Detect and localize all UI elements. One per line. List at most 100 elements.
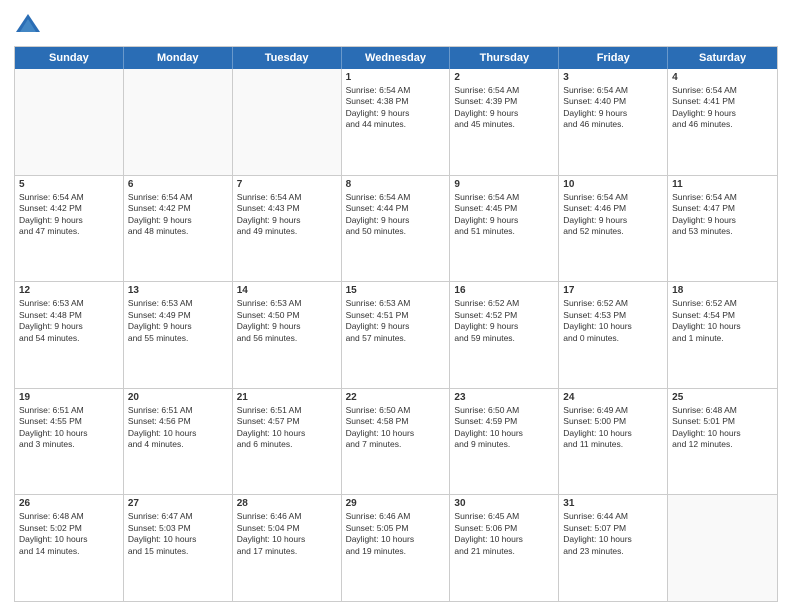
day-number: 21 <box>237 392 337 403</box>
calendar-cell-29: 29Sunrise: 6:46 AMSunset: 5:05 PMDayligh… <box>342 495 451 601</box>
cell-line: Sunset: 4:58 PM <box>346 416 446 427</box>
cell-line: Sunset: 5:04 PM <box>237 523 337 534</box>
cell-line: and 53 minutes. <box>672 226 773 237</box>
cell-line: Sunset: 4:55 PM <box>19 416 119 427</box>
calendar-cell-27: 27Sunrise: 6:47 AMSunset: 5:03 PMDayligh… <box>124 495 233 601</box>
cell-line: Sunset: 4:50 PM <box>237 310 337 321</box>
day-number: 2 <box>454 72 554 83</box>
calendar-cell-empty-0-1 <box>124 69 233 175</box>
day-number: 29 <box>346 498 446 509</box>
cell-line: and 6 minutes. <box>237 439 337 450</box>
cell-line: Sunrise: 6:48 AM <box>19 511 119 522</box>
calendar-cell-24: 24Sunrise: 6:49 AMSunset: 5:00 PMDayligh… <box>559 389 668 495</box>
cell-line: Sunrise: 6:51 AM <box>128 405 228 416</box>
calendar-cell-7: 7Sunrise: 6:54 AMSunset: 4:43 PMDaylight… <box>233 176 342 282</box>
cell-line: and 48 minutes. <box>128 226 228 237</box>
cell-line: and 3 minutes. <box>19 439 119 450</box>
calendar-cell-28: 28Sunrise: 6:46 AMSunset: 5:04 PMDayligh… <box>233 495 342 601</box>
day-number: 4 <box>672 72 773 83</box>
cell-line: Daylight: 9 hours <box>672 215 773 226</box>
cell-line: Sunrise: 6:54 AM <box>563 85 663 96</box>
day-number: 25 <box>672 392 773 403</box>
cell-line: Daylight: 9 hours <box>346 321 446 332</box>
calendar-cell-11: 11Sunrise: 6:54 AMSunset: 4:47 PMDayligh… <box>668 176 777 282</box>
cell-line: and 14 minutes. <box>19 546 119 557</box>
cell-line: Sunrise: 6:49 AM <box>563 405 663 416</box>
day-number: 7 <box>237 179 337 190</box>
header <box>14 10 778 38</box>
cell-line: Sunrise: 6:51 AM <box>237 405 337 416</box>
calendar-cell-22: 22Sunrise: 6:50 AMSunset: 4:58 PMDayligh… <box>342 389 451 495</box>
logo <box>14 10 46 38</box>
cell-line: Sunrise: 6:54 AM <box>563 192 663 203</box>
cell-line: Sunset: 4:42 PM <box>128 203 228 214</box>
calendar-cell-30: 30Sunrise: 6:45 AMSunset: 5:06 PMDayligh… <box>450 495 559 601</box>
cell-line: Sunset: 4:39 PM <box>454 96 554 107</box>
cell-line: and 12 minutes. <box>672 439 773 450</box>
cell-line: Daylight: 10 hours <box>19 534 119 545</box>
calendar-cell-3: 3Sunrise: 6:54 AMSunset: 4:40 PMDaylight… <box>559 69 668 175</box>
day-number: 30 <box>454 498 554 509</box>
cell-line: and 46 minutes. <box>563 119 663 130</box>
cell-line: Daylight: 9 hours <box>19 321 119 332</box>
cell-line: Sunset: 4:38 PM <box>346 96 446 107</box>
cell-line: Sunset: 4:46 PM <box>563 203 663 214</box>
cell-line: Daylight: 10 hours <box>128 428 228 439</box>
calendar-cell-20: 20 Sunrise: 6:51 AMSunset: 4:56 PMDayligh… <box>124 389 233 495</box>
cell-line: Daylight: 10 hours <box>563 534 663 545</box>
cell-line: Sunrise: 6:50 AM <box>454 405 554 416</box>
day-number: 31 <box>563 498 663 509</box>
cell-line: Daylight: 9 hours <box>19 215 119 226</box>
day-number: 12 <box>19 285 119 296</box>
cell-line: Sunset: 4:47 PM <box>672 203 773 214</box>
weekday-header-sunday: Sunday <box>15 47 124 69</box>
cell-line: Sunset: 4:53 PM <box>563 310 663 321</box>
cell-line: Sunrise: 6:45 AM <box>454 511 554 522</box>
cell-line: Daylight: 9 hours <box>128 321 228 332</box>
cell-line: and 23 minutes. <box>563 546 663 557</box>
cell-line: and 19 minutes. <box>346 546 446 557</box>
cell-line: and 9 minutes. <box>454 439 554 450</box>
calendar-cell-1: 1Sunrise: 6:54 AMSunset: 4:38 PMDaylight… <box>342 69 451 175</box>
weekday-header-saturday: Saturday <box>668 47 777 69</box>
day-number: 13 <box>128 285 228 296</box>
calendar-cell-16: 16Sunrise: 6:52 AMSunset: 4:52 PMDayligh… <box>450 282 559 388</box>
cell-line: Sunset: 4:57 PM <box>237 416 337 427</box>
cell-line: Sunrise: 6:53 AM <box>19 298 119 309</box>
calendar-cell-13: 13Sunrise: 6:53 AMSunset: 4:49 PMDayligh… <box>124 282 233 388</box>
cell-line: and 17 minutes. <box>237 546 337 557</box>
cell-line: and 49 minutes. <box>237 226 337 237</box>
cell-line: Sunset: 4:41 PM <box>672 96 773 107</box>
day-number: 20 <box>128 392 228 403</box>
cell-line: and 51 minutes. <box>454 226 554 237</box>
cell-line: Sunset: 4:51 PM <box>346 310 446 321</box>
cell-line: and 55 minutes. <box>128 333 228 344</box>
cell-line: Daylight: 9 hours <box>346 215 446 226</box>
cell-line: and 1 minute. <box>672 333 773 344</box>
cell-line: Sunrise: 6:54 AM <box>346 192 446 203</box>
cell-line: and 45 minutes. <box>454 119 554 130</box>
day-number: 18 <box>672 285 773 296</box>
calendar-cell-4: 4Sunrise: 6:54 AMSunset: 4:41 PMDaylight… <box>668 69 777 175</box>
day-number: 3 <box>563 72 663 83</box>
logo-icon <box>14 10 42 38</box>
day-number: 14 <box>237 285 337 296</box>
day-number: 11 <box>672 179 773 190</box>
calendar-cell-23: 23Sunrise: 6:50 AMSunset: 4:59 PMDayligh… <box>450 389 559 495</box>
cell-line: Sunrise: 6:53 AM <box>346 298 446 309</box>
weekday-header-friday: Friday <box>559 47 668 69</box>
cell-line: Sunset: 4:56 PM <box>128 416 228 427</box>
cell-line: and 7 minutes. <box>346 439 446 450</box>
day-number: 24 <box>563 392 663 403</box>
day-number: 23 <box>454 392 554 403</box>
calendar-cell-31: 31Sunrise: 6:44 AMSunset: 5:07 PMDayligh… <box>559 495 668 601</box>
cell-line: Daylight: 10 hours <box>128 534 228 545</box>
day-number: 10 <box>563 179 663 190</box>
cell-line: Daylight: 10 hours <box>672 428 773 439</box>
cell-line: and 4 minutes. <box>128 439 228 450</box>
cell-line: Sunrise: 6:48 AM <box>672 405 773 416</box>
cell-line: Daylight: 10 hours <box>563 321 663 332</box>
calendar-row-2: 12Sunrise: 6:53 AMSunset: 4:48 PMDayligh… <box>15 282 777 389</box>
cell-line: and 54 minutes. <box>19 333 119 344</box>
calendar-cell-2: 2Sunrise: 6:54 AMSunset: 4:39 PMDaylight… <box>450 69 559 175</box>
